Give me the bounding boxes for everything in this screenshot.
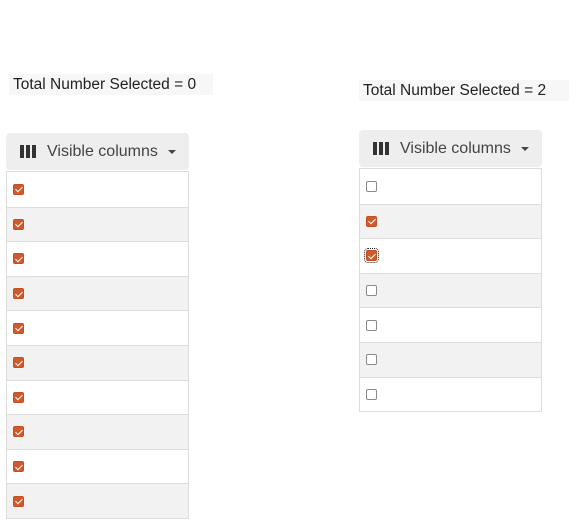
row-checkbox[interactable] (13, 357, 24, 369)
list-item (7, 344, 188, 380)
list-item (7, 275, 188, 311)
list-item (360, 341, 541, 377)
caret-down-icon (167, 149, 176, 154)
row-checkbox[interactable] (364, 248, 379, 264)
list-item (7, 172, 188, 207)
total-selected-label: Total Number Selected = 2 (359, 80, 569, 101)
row-checkbox[interactable] (13, 495, 24, 507)
list-item (360, 238, 541, 273)
row-checkbox[interactable] (366, 285, 377, 297)
row-checkbox[interactable] (366, 354, 377, 366)
list-item (7, 448, 188, 484)
row-checkbox[interactable] (13, 183, 24, 195)
row-checkbox[interactable] (13, 322, 24, 334)
columns-icon (373, 142, 389, 155)
list-item (360, 203, 541, 239)
row-checkbox[interactable] (366, 388, 377, 400)
row-checkbox[interactable] (13, 391, 24, 403)
columns-icon (20, 145, 36, 158)
caret-down-icon (520, 146, 529, 151)
list-item (360, 376, 541, 412)
row-checkbox[interactable] (366, 180, 377, 192)
row-checkbox[interactable] (366, 215, 377, 227)
visible-columns-button[interactable]: Visible columns (359, 130, 542, 167)
row-checkbox[interactable] (13, 253, 24, 265)
list-item (360, 307, 541, 342)
row-checkbox[interactable] (366, 319, 377, 331)
row-checkbox[interactable] (13, 218, 24, 230)
list-item (360, 272, 541, 308)
list-item (7, 206, 188, 242)
visible-columns-label: Visible columns (400, 139, 511, 157)
list-item (7, 310, 188, 345)
row-selection-list (359, 168, 542, 413)
list-item (7, 241, 188, 276)
list-item (7, 414, 188, 449)
list-item (360, 169, 541, 204)
row-selection-list (6, 171, 189, 519)
row-checkbox[interactable] (13, 461, 24, 473)
list-item (7, 379, 188, 415)
row-checkbox[interactable] (13, 426, 24, 438)
total-selected-label: Total Number Selected = 0 (9, 74, 213, 95)
visible-columns-label: Visible columns (47, 142, 158, 160)
visible-columns-button[interactable]: Visible columns (6, 133, 189, 170)
row-checkbox[interactable] (13, 288, 24, 300)
list-item (7, 483, 188, 518)
